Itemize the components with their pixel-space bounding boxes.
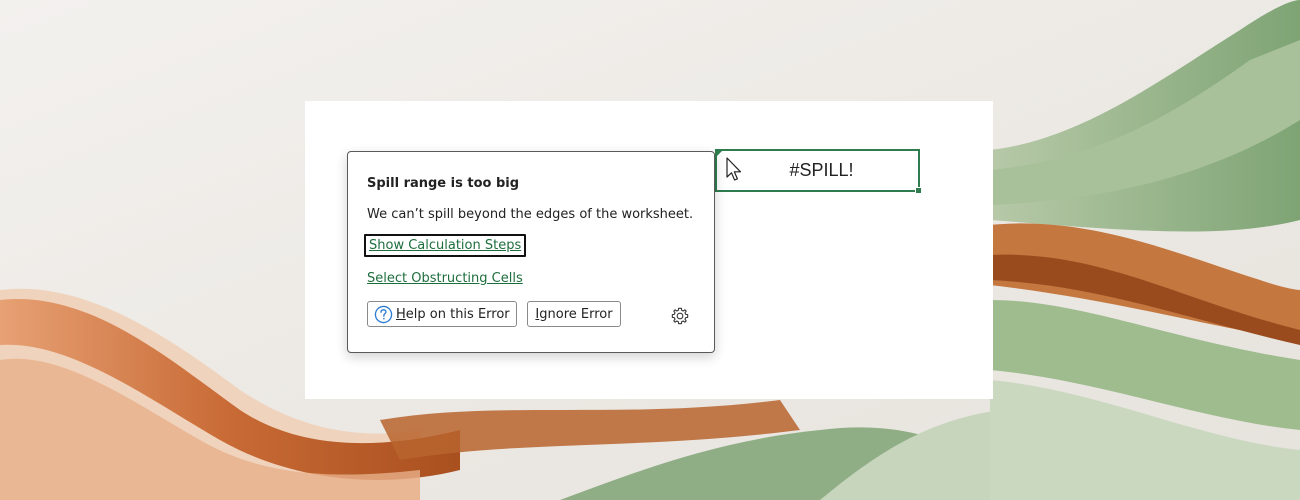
question-circle-icon <box>374 305 393 323</box>
cell-value: #SPILL! <box>789 160 854 180</box>
ignore-label-rest: gnore Error <box>539 306 613 322</box>
help-label-rest: elp on this Error <box>405 306 510 322</box>
help-accelerator: H <box>396 306 406 322</box>
spill-error-cell[interactable]: #SPILL! <box>715 149 922 194</box>
popup-title: Spill range is too big <box>367 176 520 191</box>
ignore-button-label: Ignore Error <box>535 307 612 322</box>
popup-message: We can’t spill beyond the edges of the w… <box>367 207 694 222</box>
worksheet-panel: #SPILL! Spill range is too big We can’t … <box>305 101 993 399</box>
ignore-error-button[interactable]: Ignore Error <box>527 301 621 327</box>
error-indicator-triangle <box>716 150 723 157</box>
mouse-pointer-icon <box>726 157 742 181</box>
help-on-this-error-button[interactable]: Help on this Error <box>367 301 517 327</box>
fill-handle[interactable] <box>915 187 922 194</box>
error-popup: Spill range is too big We can’t spill be… <box>347 151 715 353</box>
select-obstructing-cells-link[interactable]: Select Obstructing Cells <box>367 271 523 286</box>
show-calculation-steps-link[interactable]: Show Calculation Steps <box>364 234 527 257</box>
help-button-label: Help on this Error <box>396 307 510 322</box>
gear-icon[interactable] <box>670 306 690 326</box>
